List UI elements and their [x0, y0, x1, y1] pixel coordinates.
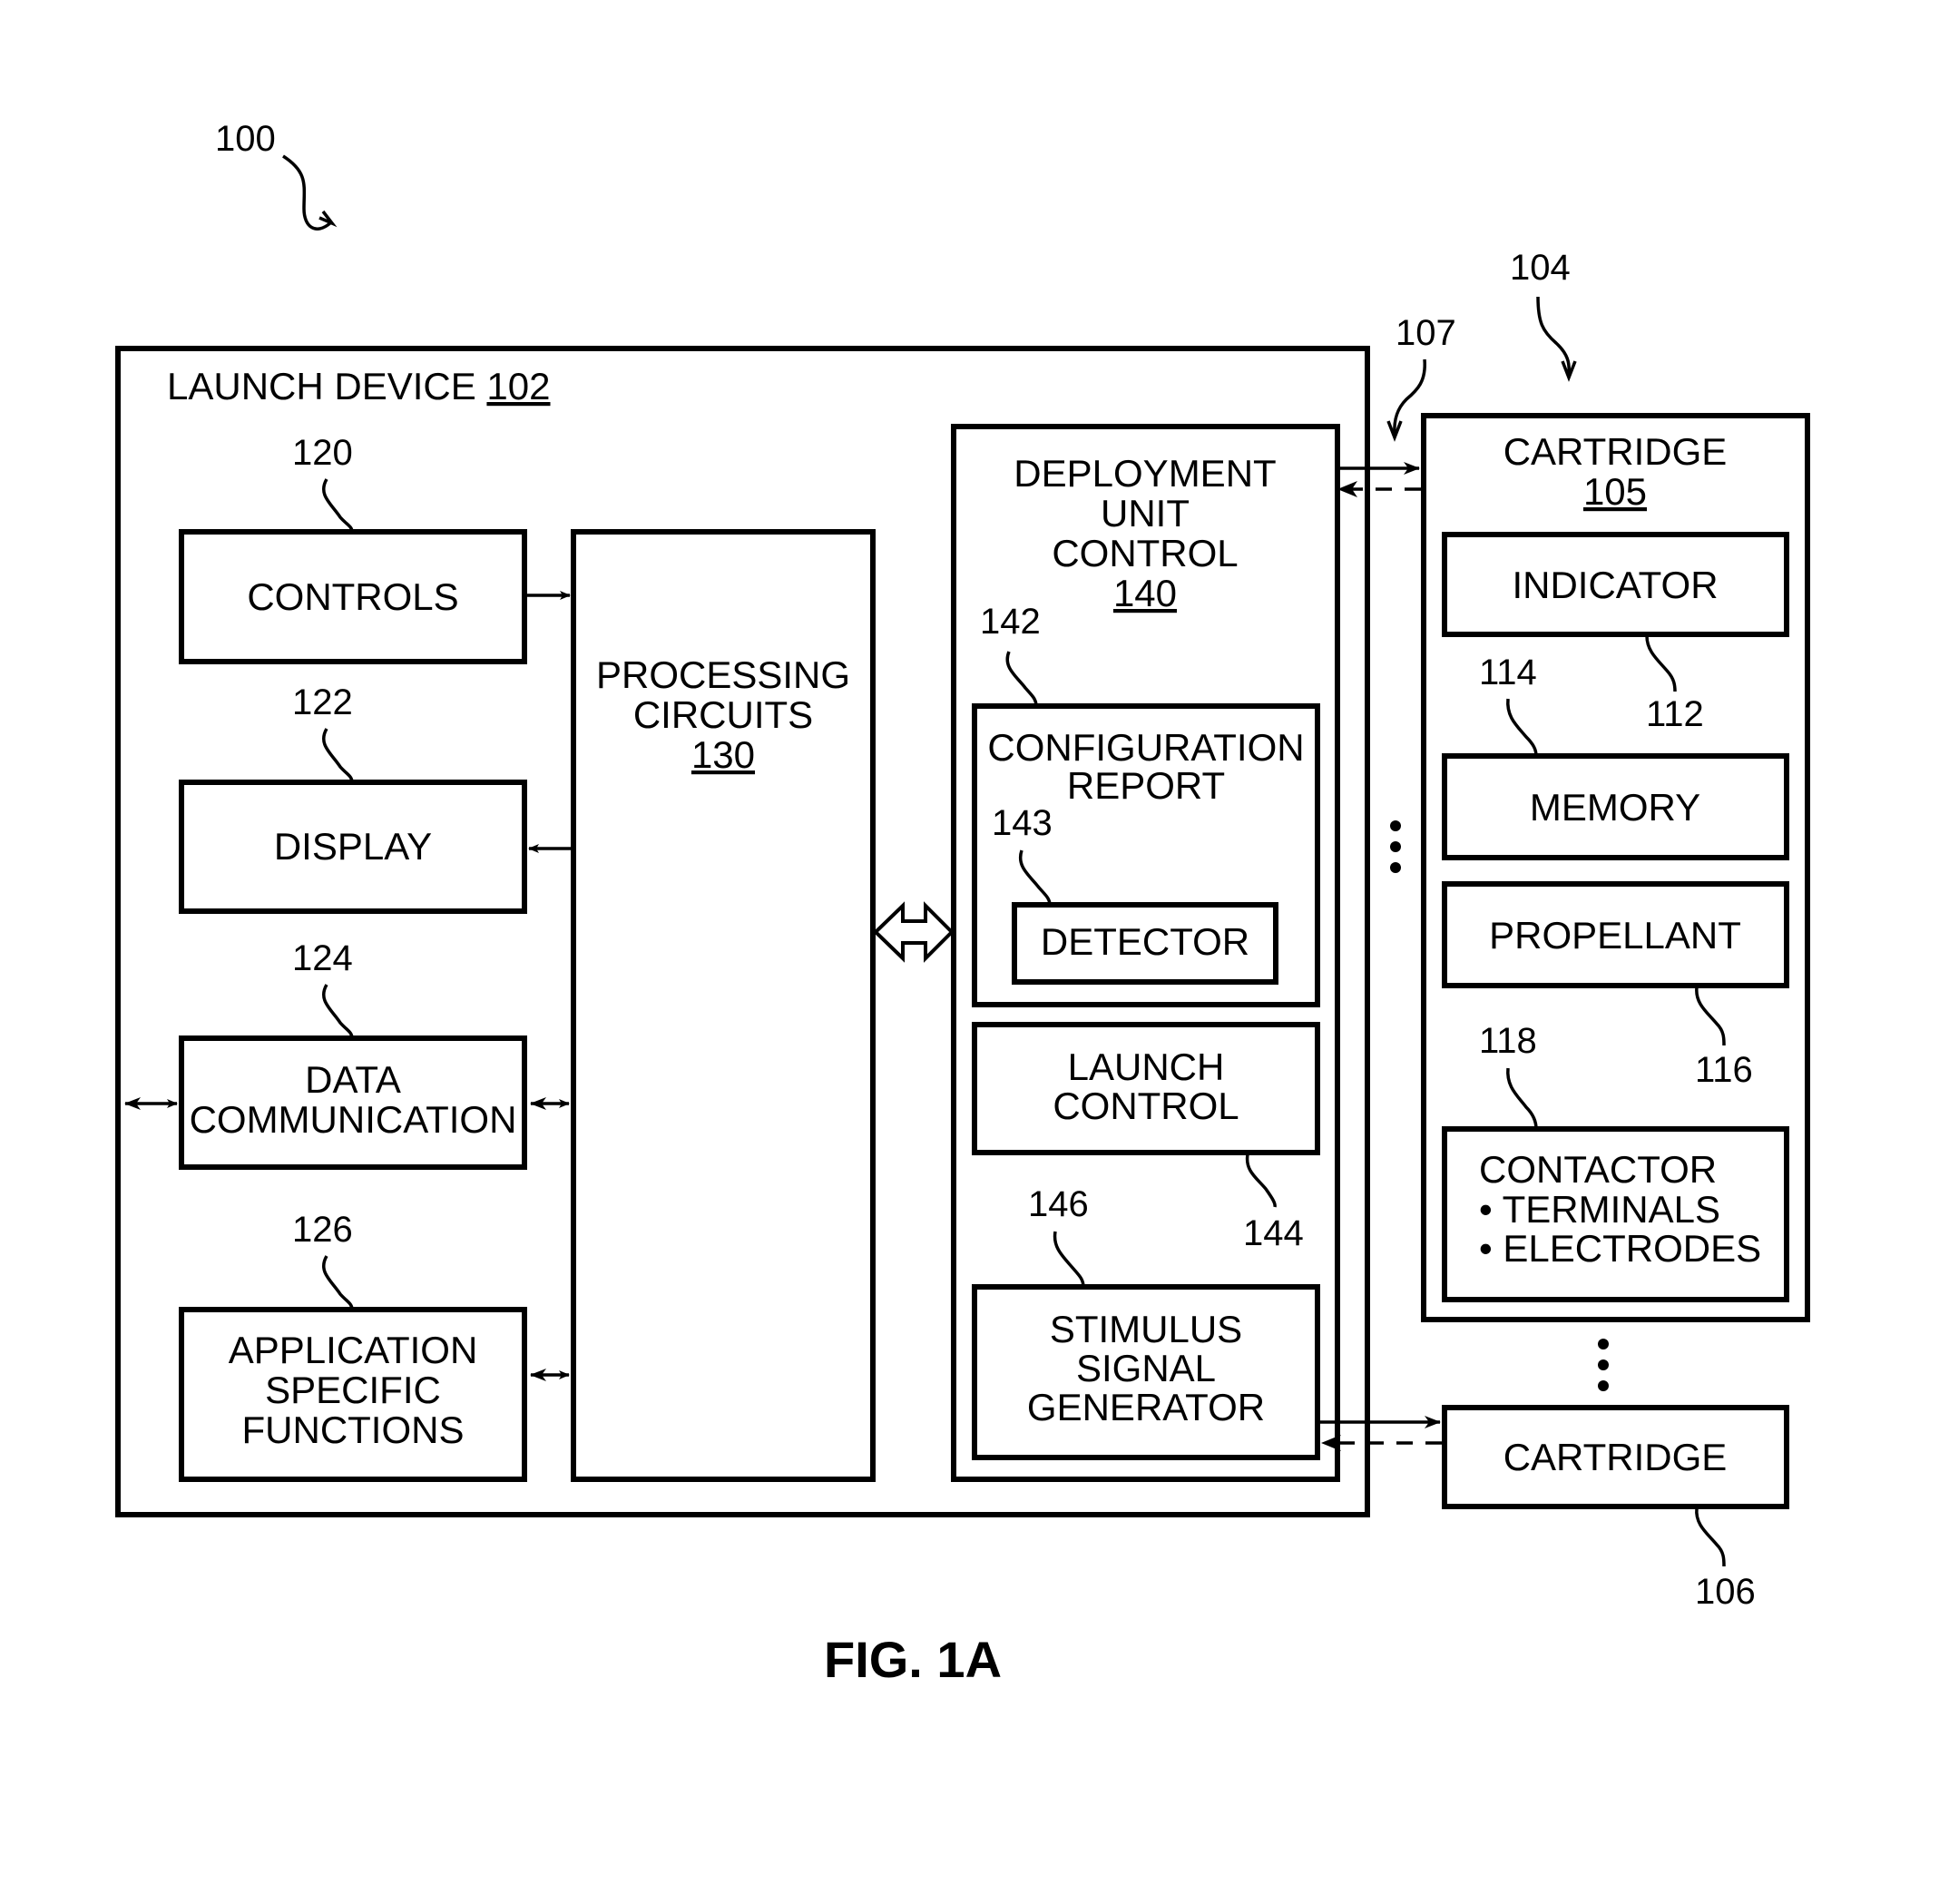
- cartridge-106-leader: [1695, 1507, 1726, 1567]
- cartridge-105-ref: 105: [1583, 470, 1647, 513]
- system-block-diagram: 100 LAUNCH DEVICE 102 120 CONTROLS 122 D…: [115, 119, 1810, 1688]
- application-functions-label-line2: SPECIFIC: [265, 1369, 441, 1411]
- stimulus-signal-generator-label-line2: SIGNAL: [1076, 1347, 1216, 1389]
- system-ref-leader: [282, 154, 333, 231]
- data-communication-ref: 124: [292, 938, 353, 978]
- launch-control-label-line1: LAUNCH: [1068, 1045, 1225, 1088]
- deployment-unit-control-label-line2: UNIT: [1101, 492, 1190, 535]
- launch-device-title: LAUNCH DEVICE 102: [167, 365, 551, 407]
- stimulus-signal-generator-label-line1: STIMULUS: [1050, 1308, 1242, 1350]
- cartridges-ref: 104: [1510, 248, 1571, 288]
- launch-control-label-line2: CONTROL: [1053, 1084, 1239, 1127]
- contactor-label-terminals: • TERMINALS: [1479, 1188, 1720, 1231]
- controls-label: CONTROLS: [247, 575, 458, 618]
- configuration-report-label-line1: CONFIGURATION: [987, 726, 1304, 769]
- ellipsis-dot: [1598, 1380, 1609, 1391]
- controls-ref: 120: [292, 433, 353, 473]
- deployment-unit-control-label-line1: DEPLOYMENT: [1014, 452, 1276, 495]
- configuration-report-label-line2: REPORT: [1067, 764, 1225, 807]
- stimulus-signal-generator-ref: 146: [1028, 1184, 1089, 1224]
- system-ref-label: 100: [215, 119, 276, 159]
- display-label: DISPLAY: [274, 825, 432, 868]
- memory-label: MEMORY: [1530, 786, 1700, 829]
- application-functions-label-line1: APPLICATION: [229, 1329, 478, 1371]
- system-ref-arrowhead-icon: [318, 210, 338, 228]
- deployment-unit-control-label-line3: CONTROL: [1052, 532, 1238, 574]
- processing-circuits-label-line1: PROCESSING: [596, 653, 850, 696]
- propellant-label: PROPELLANT: [1489, 914, 1741, 957]
- cartridge-106-label: CARTRIDGE: [1503, 1436, 1728, 1478]
- ellipsis-dot: [1598, 1339, 1609, 1349]
- ellipsis-dot: [1598, 1359, 1609, 1370]
- stimulus-signal-generator-label-line3: GENERATOR: [1027, 1386, 1265, 1428]
- launch-device-ref: 102: [486, 365, 550, 407]
- configuration-report-ref: 142: [980, 602, 1041, 642]
- ellipsis-dot: [1390, 841, 1401, 852]
- data-communication-label-line2: COMMUNICATION: [190, 1098, 517, 1141]
- indicator-label: INDICATOR: [1512, 564, 1718, 606]
- processing-circuits-ref: 130: [691, 733, 755, 776]
- detector-ref: 143: [992, 803, 1053, 843]
- contactor-label-line1: CONTACTOR: [1479, 1148, 1717, 1191]
- processing-circuits-label-line2: CIRCUITS: [633, 693, 813, 736]
- ellipsis-dot: [1390, 862, 1401, 873]
- data-communication-label-line1: DATA: [305, 1058, 401, 1101]
- propellant-ref: 116: [1695, 1050, 1753, 1090]
- application-functions-label-line3: FUNCTIONS: [242, 1408, 465, 1451]
- display-ref: 122: [292, 682, 353, 722]
- application-functions-ref: 126: [292, 1210, 353, 1250]
- launch-control-ref: 144: [1243, 1213, 1304, 1253]
- detector-label: DETECTOR: [1041, 920, 1249, 963]
- memory-ref: 114: [1479, 653, 1537, 692]
- contactor-label-electrodes: • ELECTRODES: [1479, 1227, 1761, 1270]
- ellipsis-dot: [1390, 820, 1401, 831]
- cartridge-105-title: CARTRIDGE: [1503, 430, 1728, 473]
- cartridge-106-ref: 106: [1695, 1572, 1756, 1612]
- indicator-ref: 112: [1646, 694, 1704, 734]
- interface-ref: 107: [1396, 313, 1456, 353]
- figure-caption: FIG. 1A: [824, 1631, 1002, 1688]
- contactor-ref: 118: [1479, 1021, 1537, 1061]
- deployment-unit-control-ref: 140: [1113, 572, 1177, 614]
